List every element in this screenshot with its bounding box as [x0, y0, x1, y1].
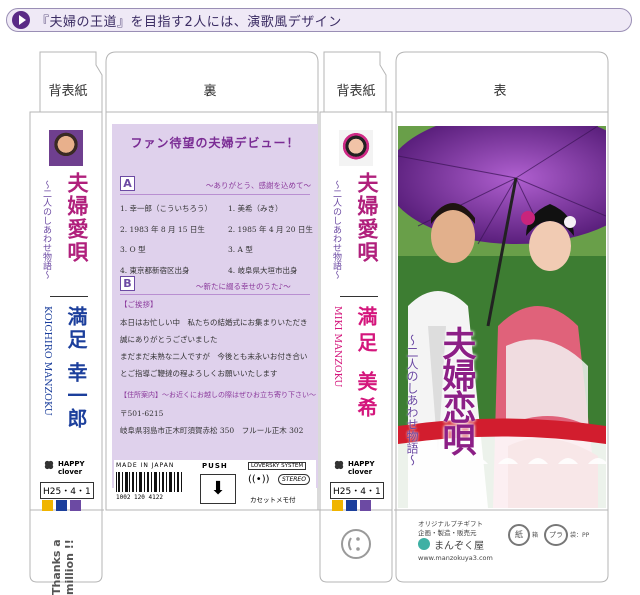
address-head: 【住所案内】〜お近くにお越しの際はぜひお立ち寄り下さい〜 [120, 391, 316, 399]
front-tab: オリジナルプチギフト 企画・製造・販売元 まんぞく屋 www.manzokuya… [412, 518, 602, 578]
front-cover: 夫婦恋唄 〜二人のしあわせ物語〜 [398, 126, 606, 508]
spine-romaji: MIKI MANZOKU [332, 306, 343, 388]
tab-line-2: 企画・製造・販売元 [418, 529, 477, 537]
spine-date: H25・4・1 [330, 482, 384, 499]
push-button[interactable]: ⬇ [200, 474, 236, 504]
spine-name: 満足 美希 [354, 306, 378, 423]
paper-part: 箱 [532, 532, 539, 539]
block-b-caption: 〜新たに綴る幸せのうた♪〜 [196, 282, 291, 291]
front-title: 夫婦恋唄 [436, 326, 476, 454]
push-label: PUSH [202, 462, 228, 470]
color-swatches [332, 500, 371, 511]
row-1-left: 1. 幸一郎（こういちろう） [120, 204, 213, 213]
paper-recycle-icon: 紙 [508, 524, 530, 546]
postal-code: 〒501-6215 [120, 409, 164, 418]
smiley-icon [341, 529, 371, 559]
block-b-label: B [120, 276, 135, 291]
front-subtitle: 〜二人のしあわせ物語〜 [405, 334, 419, 466]
plastic-recycle-icon: プラ [544, 524, 568, 546]
row-3-right: 3. A 型 [228, 245, 253, 254]
right-spine: 夫婦愛唄 〜二人のしあわせ物語〜 MIKI MANZOKU 満足 美希 HAPP… [324, 124, 388, 511]
made-in-label: MADE IN JAPAN [116, 462, 175, 469]
row-2-left: 2. 1983 年 8 月 15 日生 [120, 225, 205, 234]
row-1-right: 1. 美希（みき） [228, 204, 283, 213]
speaker-icon: ((•)) [248, 474, 270, 485]
back-headline: ファン待望の夫婦デビュー！ [130, 136, 300, 150]
spine-date: H25・4・1 [40, 482, 94, 499]
back-footer: MADE IN JAPAN 1002 120 4122 PUSH ⬇ LOVER… [114, 460, 316, 506]
spine-left-label: 背表紙 [48, 84, 88, 99]
greeting-line-2: 誠にありがとうございました [120, 335, 218, 344]
spine-song-title: 夫婦愛唄 [65, 172, 90, 264]
arrow-down-icon: ⬇ [210, 478, 226, 499]
heart-logo-icon [418, 538, 430, 550]
company-url: www.manzokuya3.com [418, 554, 493, 562]
groom-photo [49, 130, 83, 166]
spine-subtitle: 〜二人のしあわせ物語〜 [41, 180, 51, 279]
lovesky-badge: LOVERSKY SYSTEM [248, 462, 307, 470]
spine-divider [340, 296, 378, 297]
barcode-icon [116, 472, 182, 492]
plastic-part: 袋：PP [570, 532, 590, 539]
row-3-left: 3. O 型 [120, 245, 146, 254]
block-a-label: A [120, 176, 135, 191]
brand-mark: HAPPY clover [58, 460, 85, 476]
divider [120, 194, 310, 195]
spine-name: 満足 幸一郎 [64, 306, 88, 431]
back-label: 裏 [203, 84, 217, 99]
spine-song-title: 夫婦愛唄 [355, 172, 380, 264]
cover-photo [398, 126, 606, 508]
thanks-tab-text: Thanks a million !! [50, 539, 76, 595]
memo-label: カセットメモ付 [250, 496, 296, 504]
greeting-head: 【ご挨拶】 [120, 300, 158, 309]
row-4-left: 4. 東京都新宿区出身 [120, 266, 190, 275]
stereo-badge: STEREO [278, 474, 310, 485]
row-2-right: 2. 1985 年 4 月 20 日生 [228, 225, 313, 234]
clover-icon [334, 460, 344, 470]
spine-romaji: KOICHIRO MANZOKU [42, 306, 53, 416]
block-a-caption: 〜ありがとう、感謝を込めて〜 [206, 181, 311, 190]
greeting-line-1: 本日はお忙しい中 私たちの結婚式にお集まりいただき [120, 318, 308, 327]
address-line: 岐阜県羽島市正木町須賀赤松 350 フルール正木 302 [120, 426, 304, 435]
barcode-digits: 1002 120 4122 [116, 494, 163, 501]
left-spine: 夫婦愛唄 〜二人のしあわせ物語〜 KOICHIRO MANZOKU 満足 幸一郎… [34, 124, 98, 511]
bride-photo [339, 130, 373, 166]
greeting-line-4: とご指導ご鞭撻の程よろしくお願いいたします [120, 369, 278, 378]
company-name: まんぞく屋 [434, 541, 484, 552]
spine-divider [50, 296, 88, 297]
row-4-right: 4. 岐阜県大垣市出身 [228, 266, 298, 275]
brand-mark: HAPPY clover [348, 460, 375, 476]
spine-subtitle: 〜二人のしあわせ物語〜 [331, 180, 341, 279]
front-label: 表 [493, 84, 507, 99]
back-card: ファン待望の夫婦デビュー！ A 〜ありがとう、感謝を込めて〜 1. 幸一郎（こう… [112, 124, 318, 488]
greeting-line-3: まだまだ未熟な二人ですが 今後とも末永いお付き合い [120, 352, 308, 361]
divider [120, 294, 310, 295]
spine-right-label: 背表紙 [336, 84, 376, 99]
color-swatches [42, 500, 81, 511]
clover-icon [44, 460, 54, 470]
